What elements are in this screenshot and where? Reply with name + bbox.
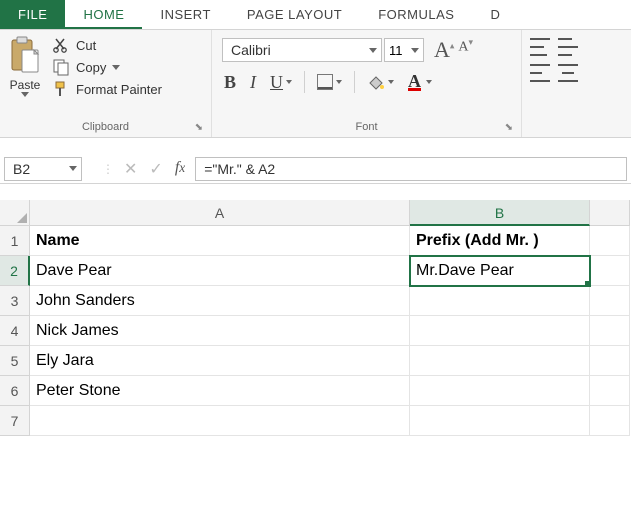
column-header-a[interactable]: A — [30, 200, 410, 226]
ribbon-group-clipboard: Paste Cut Copy — [0, 30, 212, 137]
name-box[interactable]: B2 — [4, 157, 82, 181]
chevron-down-icon — [69, 166, 77, 171]
formula-value: ="Mr." & A2 — [204, 161, 275, 177]
font-group-label: Font — [355, 121, 377, 133]
fill-color-button[interactable] — [365, 73, 396, 91]
scissors-icon — [52, 36, 70, 54]
cell-b2[interactable]: Mr.Dave Pear — [410, 256, 590, 286]
cut-button[interactable]: Cut — [52, 36, 162, 54]
bucket-icon — [367, 73, 385, 91]
chevron-down-icon — [21, 92, 29, 97]
align-left-button[interactable] — [530, 64, 550, 82]
cell-a1[interactable]: Name — [30, 226, 410, 256]
chevron-down-icon — [112, 65, 120, 70]
format-painter-button[interactable]: Format Painter — [52, 80, 162, 98]
font-name-value: Calibri — [231, 42, 271, 58]
name-box-value: B2 — [13, 161, 30, 177]
enter-formula-button[interactable]: ✓ — [149, 159, 162, 179]
spreadsheet-grid: A B 1 Name Prefix (Add Mr. ) 2 Dave Pear… — [0, 200, 631, 436]
chevron-down-icon — [369, 48, 377, 53]
format-painter-label: Format Painter — [76, 82, 162, 97]
separator — [354, 71, 355, 93]
cell-b6[interactable] — [410, 376, 590, 406]
paintbrush-icon — [52, 80, 70, 98]
row-header[interactable]: 3 — [0, 286, 30, 316]
cell-b7[interactable] — [410, 406, 590, 436]
column-header-b[interactable]: B — [410, 200, 590, 226]
paste-label: Paste — [10, 78, 41, 92]
paste-button[interactable]: Paste — [6, 34, 48, 119]
underline-button[interactable]: U — [268, 72, 294, 93]
clipboard-group-label: Clipboard — [82, 121, 129, 133]
ribbon-group-alignment — [522, 30, 586, 137]
cell-a5[interactable]: Ely Jara — [30, 346, 410, 376]
font-color-icon: A — [408, 74, 421, 91]
chevron-down-icon — [411, 48, 419, 53]
cell-b1[interactable]: Prefix (Add Mr. ) — [410, 226, 590, 256]
cell-a3[interactable]: John Sanders — [30, 286, 410, 316]
separator: ⋮ — [102, 162, 114, 176]
tab-partial[interactable]: D — [472, 0, 518, 29]
copy-icon — [52, 58, 70, 76]
cell[interactable] — [590, 316, 630, 346]
cell[interactable] — [590, 376, 630, 406]
column-header-partial[interactable] — [590, 200, 630, 226]
decrease-font-size-button[interactable]: A▾ — [458, 37, 473, 63]
cell-b3[interactable] — [410, 286, 590, 316]
tab-insert[interactable]: INSERT — [142, 0, 228, 29]
font-size-value: 11 — [389, 43, 403, 58]
separator — [304, 71, 305, 93]
row-header[interactable]: 1 — [0, 226, 30, 256]
dialog-launcher-icon[interactable]: ⬊ — [505, 122, 513, 133]
cell[interactable] — [590, 286, 630, 316]
cell-a7[interactable] — [30, 406, 410, 436]
ribbon-tabs: FILE HOME INSERT PAGE LAYOUT FORMULAS D — [0, 0, 631, 30]
row-header[interactable]: 5 — [0, 346, 30, 376]
copy-button[interactable]: Copy — [52, 58, 162, 76]
bold-button[interactable]: B — [222, 72, 238, 93]
border-button[interactable] — [315, 74, 344, 90]
row-header[interactable]: 7 — [0, 406, 30, 436]
cell-a2[interactable]: Dave Pear — [30, 256, 410, 286]
align-middle-button[interactable] — [558, 38, 578, 56]
cell[interactable] — [590, 256, 630, 286]
tab-home[interactable]: HOME — [65, 0, 142, 29]
cell[interactable] — [590, 406, 630, 436]
copy-label: Copy — [76, 60, 106, 75]
cell-a6[interactable]: Peter Stone — [30, 376, 410, 406]
italic-button[interactable]: I — [248, 72, 258, 93]
tab-formulas[interactable]: FORMULAS — [360, 0, 472, 29]
cell-a4[interactable]: Nick James — [30, 316, 410, 346]
formula-bar: B2 ⋮ ✕ ✓ fx ="Mr." & A2 — [0, 154, 631, 184]
select-all-corner[interactable] — [0, 200, 30, 226]
ribbon: Paste Cut Copy — [0, 30, 631, 138]
align-center-button[interactable] — [558, 64, 578, 82]
increase-font-size-button[interactable]: A▴ — [434, 37, 454, 63]
cut-label: Cut — [76, 38, 96, 53]
insert-function-button[interactable]: fx — [175, 159, 185, 179]
ribbon-group-font: Calibri 11 A▴ A▾ B I U — [212, 30, 522, 137]
tab-page-layout[interactable]: PAGE LAYOUT — [229, 0, 360, 29]
cell-b4[interactable] — [410, 316, 590, 346]
cell[interactable] — [590, 226, 630, 256]
dialog-launcher-icon[interactable]: ⬊ — [195, 122, 203, 133]
tab-file[interactable]: FILE — [0, 0, 65, 29]
border-icon — [317, 74, 333, 90]
font-name-select[interactable]: Calibri — [222, 38, 382, 62]
cell[interactable] — [590, 346, 630, 376]
row-header[interactable]: 4 — [0, 316, 30, 346]
row-header[interactable]: 6 — [0, 376, 30, 406]
cell-b5[interactable] — [410, 346, 590, 376]
font-color-button[interactable]: A — [406, 74, 434, 91]
formula-input[interactable]: ="Mr." & A2 — [195, 157, 627, 181]
align-top-button[interactable] — [530, 38, 550, 56]
cancel-formula-button[interactable]: ✕ — [124, 159, 137, 179]
font-size-select[interactable]: 11 — [384, 38, 424, 62]
paste-icon — [8, 36, 42, 76]
row-header[interactable]: 2 — [0, 256, 30, 286]
